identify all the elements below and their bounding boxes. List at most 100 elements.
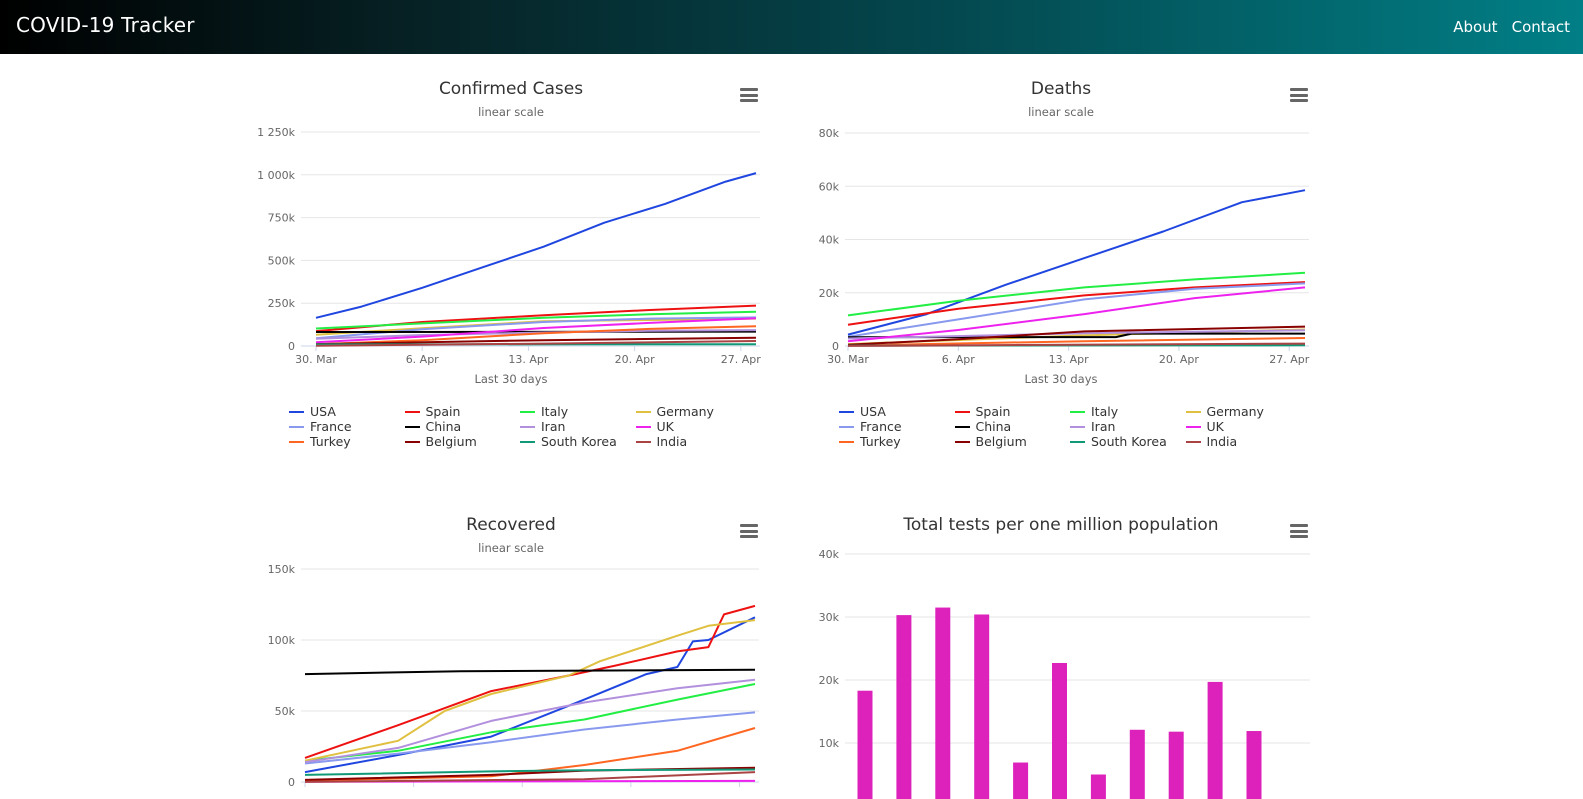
chart-menu-button[interactable] [1290,88,1308,102]
menu-bar-icon [740,93,758,97]
y-tick-label: 30k [819,611,840,624]
series-line-italy [304,683,756,762]
legend-label: USA [860,404,886,419]
legend-item-uk[interactable]: UK [635,419,674,434]
bar [1168,731,1184,799]
legend-item-spain[interactable]: Spain [954,404,1010,419]
legend-item-china[interactable]: China [954,419,1011,434]
deaths-chart: 0 20k 40k 60k 80k 30. Mar 6. Apr 13. Apr 20. Apr… [819,127,1310,366]
legend-item-iran[interactable]: Iran [520,419,565,434]
series-line-germany [304,619,756,762]
series-line-usa [315,172,757,319]
bar [974,614,990,799]
x-tick-label: 6. Apr [406,353,439,366]
y-tick-label: 0 [832,340,839,353]
chart-menu-button[interactable] [740,88,758,102]
legend-swatch [954,425,970,428]
legend-label: USA [310,404,336,419]
y-tick-label: 250k [268,297,296,310]
menu-bar-icon [740,529,758,533]
legend-swatch [520,425,535,428]
recovered-panel: 0 50k 100k 150k Recovered linear scale [261,436,761,799]
y-tick-label: 80k [819,127,840,140]
x-tick-label: 27. Apr [721,353,761,366]
legend-item-italy[interactable]: Italy [1070,404,1118,419]
legend-item-france[interactable]: France [289,419,352,434]
series-line-usa [304,616,756,774]
chart-subtitle: linear scale [1028,105,1094,119]
legend-label: France [860,419,902,434]
x-tick-label: 20. Apr [1159,353,1199,366]
bar [1207,681,1223,799]
legend-item-germany[interactable]: Germany [635,404,714,419]
chart-subtitle: linear scale [478,541,544,555]
nav-link-about[interactable]: About [1453,18,1497,36]
legend-swatch [1070,410,1085,413]
y-tick-label: 0 [288,776,295,789]
legend-swatch [839,410,854,413]
chart-title: Confirmed Cases [438,79,584,99]
x-tick-label: 27. Apr [1269,353,1309,366]
bar [1013,762,1029,799]
tests-chart: 10k 20k 30k 40k [819,548,1310,799]
deaths-panel: 0 20k 40k 60k 80k 30. Mar 6. Apr 13. Apr 20. Apr… [811,0,1311,470]
legend-item-usa[interactable]: USA [839,404,886,419]
chart-title: Deaths [1030,79,1092,99]
legend-item-china[interactable]: China [404,419,462,434]
x-tick-label: 30. Mar [827,353,869,366]
legend-label: Iran [541,419,566,434]
legend-label: Spain [425,404,461,419]
legend-item-iran[interactable]: Iran [1070,419,1115,434]
y-tick-label: 1 250k [257,126,295,139]
legend-label: Iran [1091,419,1116,434]
series-line-spain [304,604,756,759]
chart-menu-button[interactable] [740,524,758,538]
recovered-chart: 0 50k 100k 150k [268,563,759,789]
y-tick-label: 40k [819,234,840,247]
legend-swatch [1185,425,1201,428]
legend-label: Germany [656,404,714,419]
bar [1129,729,1145,799]
x-tick-label: 20. Apr [615,353,655,366]
legend-item-germany[interactable]: Germany [1185,404,1264,419]
legend-item-usa[interactable]: USA [289,404,336,419]
legend-swatch [289,425,304,428]
menu-bar-icon [1290,99,1308,102]
y-tick-label: 500k [268,254,296,267]
menu-bar-icon [740,535,758,538]
menu-bar-icon [740,99,758,102]
series-line-china [304,668,756,676]
legend-swatch [404,410,420,413]
menu-bar-icon [1290,93,1308,97]
navbar: COVID-19 Tracker About Contact [0,0,1583,54]
confirmed-cases-panel: 0 250k 500k 750k 1 000k 1 250k 30. Mar 6. Apr 13… [257,0,761,470]
legend-swatch [839,425,854,428]
y-tick-label: 60k [819,180,840,193]
legend-swatch [1185,410,1201,413]
legend-label: UK [1206,419,1224,434]
legend-item-france[interactable]: France [839,419,902,434]
nav-links: About Contact [1444,17,1570,36]
legend-label: China [425,419,462,434]
legend-item-spain[interactable]: Spain [404,404,461,419]
brand-title[interactable]: COVID-19 Tracker [16,13,195,37]
y-tick-label: 150k [268,563,296,576]
y-tick-label: 50k [275,705,296,718]
y-tick-label: 750k [268,212,296,225]
y-tick-label: 0 [288,340,295,353]
menu-bar-icon [740,88,758,91]
series-line-france [304,711,756,765]
legend-item-italy[interactable]: Italy [520,404,568,419]
x-tick-label: 6. Apr [942,353,975,366]
y-tick-label: 20k [819,674,840,687]
legend-label: France [310,419,352,434]
legend-item-uk[interactable]: UK [1185,419,1224,434]
bar [896,615,912,799]
x-axis-title: Last 30 days [474,372,548,386]
menu-bar-icon [1290,529,1308,533]
y-tick-label: 20k [819,287,840,300]
chart-title: Recovered [466,515,556,535]
nav-link-contact[interactable]: Contact [1512,18,1570,36]
x-tick-label: 30. Mar [295,353,337,366]
chart-menu-button[interactable] [1290,524,1308,538]
